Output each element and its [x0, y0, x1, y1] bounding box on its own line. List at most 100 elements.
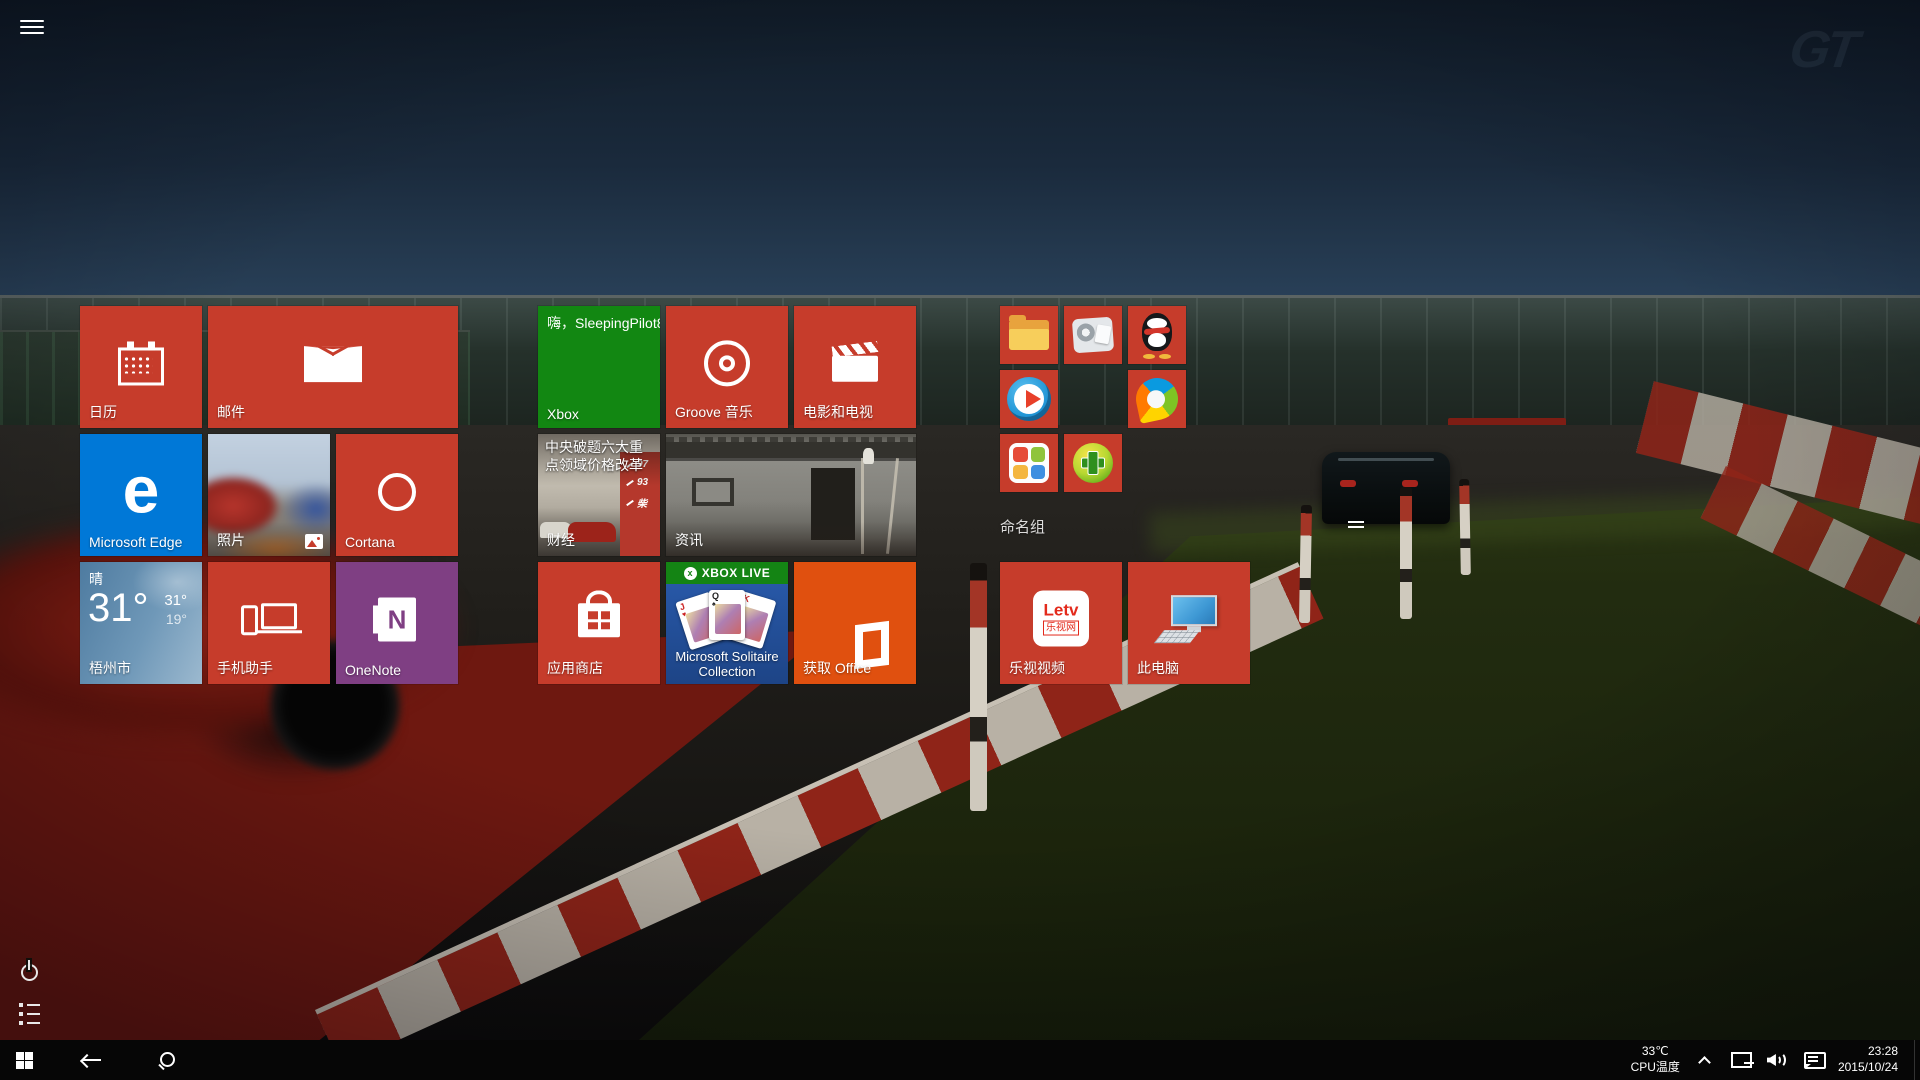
tile-label: 乐视视频 — [1009, 660, 1065, 676]
back-arrow-icon — [82, 1054, 102, 1066]
tile-file-explorer[interactable] — [1000, 306, 1058, 364]
green-cross-icon — [1073, 443, 1113, 483]
weather-high: 31° — [164, 592, 187, 609]
clock-date: 2015/10/24 — [1837, 1060, 1898, 1074]
tile-format-factory[interactable] — [1064, 306, 1122, 364]
tile-cortana[interactable]: Cortana — [336, 434, 458, 556]
tile-qq[interactable] — [1128, 306, 1186, 364]
weather-low: 19° — [165, 611, 187, 627]
store-icon — [578, 603, 620, 638]
hamburger-menu-icon[interactable] — [14, 12, 50, 42]
tile-label: 照片 — [217, 532, 245, 548]
network-button[interactable] — [1724, 1040, 1758, 1080]
movies-tv-icon — [831, 341, 879, 384]
tile-label: Xbox — [547, 406, 579, 422]
tile-news[interactable]: 资讯 — [666, 434, 916, 556]
group-drag-handle-icon[interactable] — [1348, 521, 1364, 528]
taskbar: 33℃ CPU温度 23:28 2015/10/24 — [0, 1040, 1920, 1080]
edge-icon: e — [122, 452, 160, 527]
tile-photos[interactable]: 照片 — [208, 434, 330, 556]
search-icon — [158, 1052, 175, 1068]
cortana-icon — [378, 472, 416, 511]
tile-label: Microsoft Edge — [89, 534, 183, 550]
tile-label: OneNote — [345, 662, 402, 678]
cpu-temperature-readout[interactable]: 33℃ CPU温度 — [1625, 1044, 1686, 1075]
playing-card: Q ♠ — [709, 590, 745, 640]
tile-label: 获取 Office — [803, 660, 872, 676]
gran-turismo-watermark: GT — [1785, 21, 1859, 79]
tile-calendar[interactable]: 日历 — [80, 306, 202, 428]
weather-temperature: 31° — [88, 586, 149, 630]
clock[interactable]: 23:28 2015/10/24 — [1832, 1044, 1908, 1075]
chevron-up-icon — [1698, 1055, 1712, 1069]
phone-companion-icon — [241, 603, 302, 637]
search-button[interactable] — [136, 1040, 196, 1080]
tile-label: Microsoft Solitaire Collection — [675, 649, 779, 680]
tile-xbox[interactable]: 嗨，SleepingPilot8 Xbox — [538, 306, 660, 428]
tile-get-office[interactable]: 获取 Office — [794, 562, 916, 684]
wallpaper-post — [970, 563, 987, 811]
xbox-live-banner: x XBOX LIVE — [666, 562, 788, 584]
tile-360-safety[interactable] — [1064, 434, 1122, 492]
tile-store[interactable]: 应用商店 — [538, 562, 660, 684]
power-icon — [20, 963, 38, 981]
tile-label: 邮件 — [217, 404, 245, 420]
tile-finance[interactable]: 97 93 柴 中央破题六大重点领域价格改革 财经 — [538, 434, 660, 556]
format-factory-icon — [1071, 316, 1115, 354]
action-center-icon — [1803, 1052, 1826, 1069]
tile-mail[interactable]: 邮件 — [208, 306, 458, 428]
folder-icon — [1009, 315, 1049, 350]
sogou-swirl-icon — [1132, 374, 1182, 424]
tile-this-pc[interactable]: 此电脑 — [1128, 562, 1250, 684]
system-tray: 33℃ CPU温度 23:28 2015/10/24 — [1625, 1040, 1920, 1080]
tile-label: Cortana — [345, 534, 395, 550]
tile-letv-video[interactable]: Letv 乐视网 乐视视频 — [1000, 562, 1122, 684]
tile-weather[interactable]: 晴 31° 31° 19° 梧州市 — [80, 562, 202, 684]
tile-sogou-browser[interactable] — [1128, 370, 1186, 428]
start-screen: GT 日历 邮件 e Microsoft Edge 照片 Cortana 晴 3… — [0, 0, 1920, 1080]
tile-label: 此电脑 — [1137, 660, 1179, 676]
tile-label: 电影和电视 — [803, 404, 873, 420]
tile-label: 日历 — [89, 404, 117, 420]
volume-icon — [1767, 1052, 1787, 1068]
power-button[interactable] — [12, 956, 46, 988]
play-circle-icon — [1007, 377, 1051, 421]
tile-app-grid[interactable] — [1000, 434, 1058, 492]
tile-label: 财经 — [547, 532, 575, 548]
network-icon — [1730, 1052, 1752, 1068]
back-button[interactable] — [62, 1040, 122, 1080]
group-name-label: 命名组 — [1000, 518, 1046, 536]
tile-solitaire[interactable]: x XBOX LIVE J♥ K♦ Q♠ Microsoft Solitaire… — [666, 562, 788, 684]
tile-movies-tv[interactable]: 电影和电视 — [794, 306, 916, 428]
color-grid-icon — [1009, 443, 1049, 483]
weather-city: 梧州市 — [89, 660, 131, 676]
windows-logo-icon — [15, 1051, 33, 1069]
show-desktop-strip[interactable] — [1914, 1040, 1920, 1080]
all-apps-icon — [19, 1003, 40, 1025]
all-apps-button[interactable] — [12, 998, 46, 1030]
tray-overflow-button[interactable] — [1688, 1040, 1722, 1080]
tile-label: Groove 音乐 — [675, 404, 753, 420]
volume-button[interactable] — [1760, 1040, 1794, 1080]
tile-label: 应用商店 — [547, 660, 603, 676]
tile-phone-companion[interactable]: 手机助手 — [208, 562, 330, 684]
xbox-live-icon: x — [683, 566, 697, 580]
wallpaper-post — [1400, 487, 1412, 619]
wallpaper-post — [1459, 478, 1471, 576]
mail-icon — [304, 334, 368, 383]
photos-app-icon — [305, 534, 323, 549]
qq-penguin-icon — [1139, 313, 1175, 359]
start-button[interactable] — [0, 1040, 48, 1080]
finance-headline: 中央破题六大重点领域价格改革 — [545, 439, 643, 474]
calendar-icon — [118, 341, 164, 386]
groove-music-icon — [704, 340, 750, 387]
tile-microsoft-edge[interactable]: e Microsoft Edge — [80, 434, 202, 556]
tile-onenote[interactable]: N OneNote — [336, 562, 458, 684]
tile-groove-music[interactable]: Groove 音乐 — [666, 306, 788, 428]
group-name-header[interactable]: 命名组 — [1000, 512, 1380, 540]
action-center-button[interactable] — [1796, 1040, 1830, 1080]
tile-label: 资讯 — [675, 532, 703, 548]
xbox-greeting: 嗨，SleepingPilot8 — [547, 315, 660, 331]
onenote-icon: N — [373, 597, 416, 642]
tile-video-player[interactable] — [1000, 370, 1058, 428]
